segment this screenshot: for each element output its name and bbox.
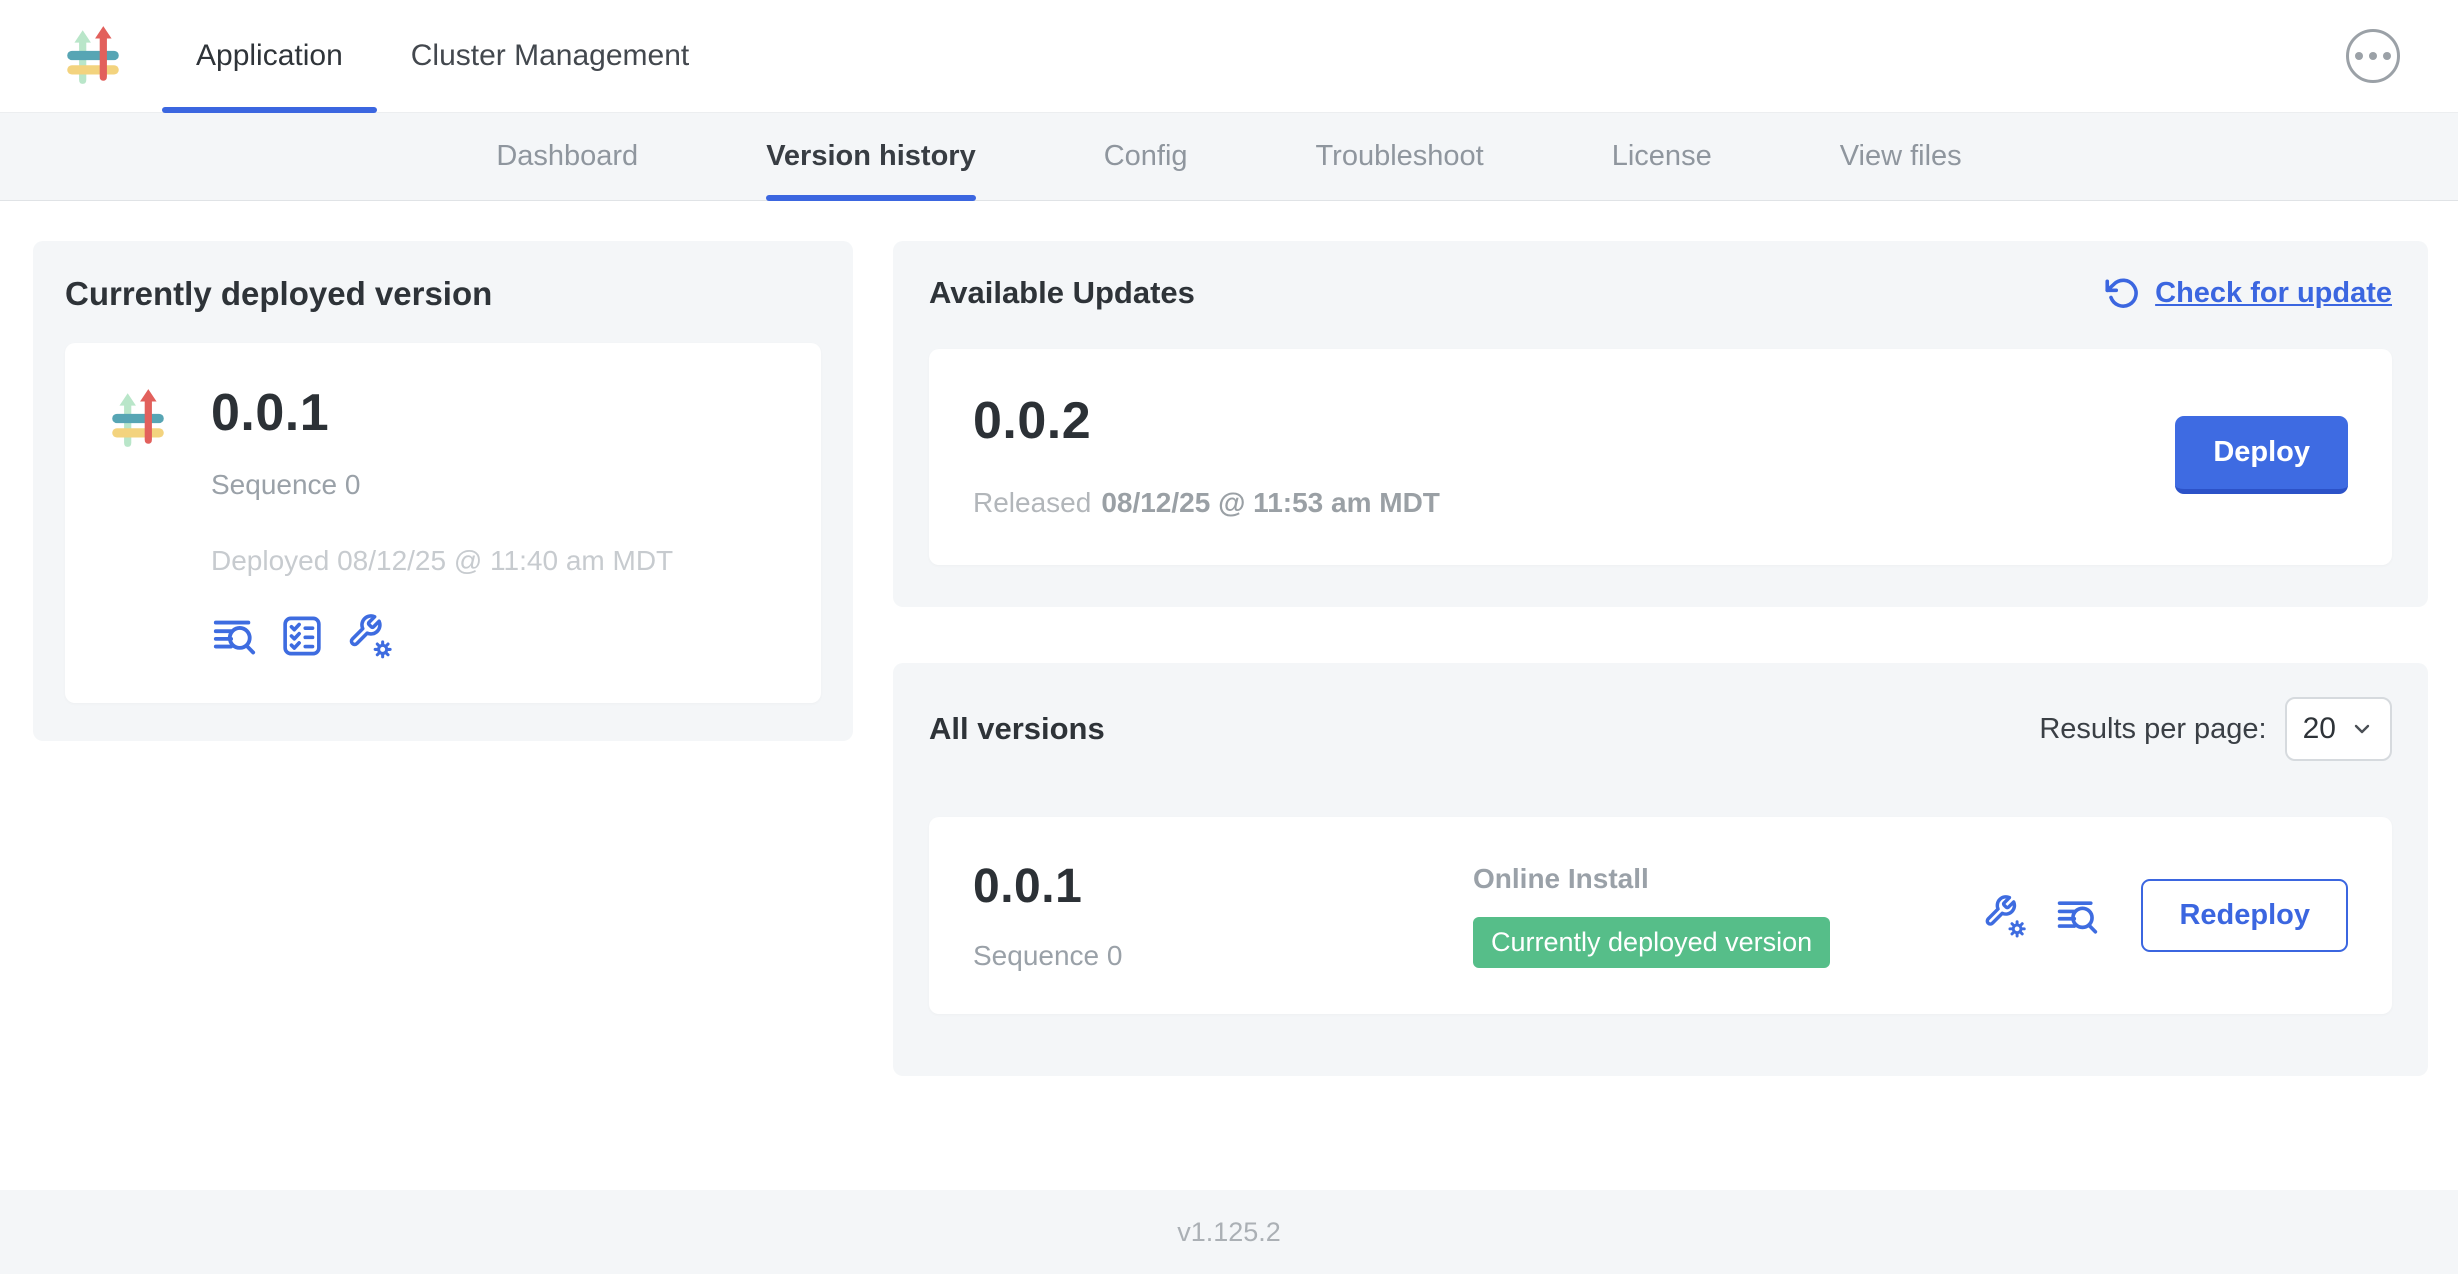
app-screen: Application Cluster Management Dashboard… xyxy=(0,0,2458,1274)
row-version-number: 0.0.1 xyxy=(973,859,1473,914)
tab-config-label: Config xyxy=(1104,140,1188,173)
available-updates-panel: Available Updates Check for update 0.0.2… xyxy=(893,241,2428,607)
chevron-down-icon xyxy=(2350,717,2374,741)
all-versions-title: All versions xyxy=(929,711,1105,747)
overflow-menu-button[interactable] xyxy=(2346,29,2400,83)
redeploy-button[interactable]: Redeploy xyxy=(2141,879,2348,952)
tab-dashboard[interactable]: Dashboard xyxy=(496,113,638,200)
app-sub-nav: Dashboard Version history Config Trouble… xyxy=(0,113,2458,201)
ellipsis-menu-icon xyxy=(2383,52,2391,60)
release-notes-icon[interactable] xyxy=(211,613,257,659)
tab-application-label: Application xyxy=(196,39,343,73)
all-versions-panel: All versions Results per page: 20 0.0 xyxy=(893,663,2428,1076)
release-notes-icon[interactable] xyxy=(2055,894,2099,938)
tab-troubleshoot-label: Troubleshoot xyxy=(1316,140,1484,173)
update-card: 0.0.2 Released 08/12/25 @ 11:53 am MDT De… xyxy=(929,349,2392,565)
main-content: Currently deployed version 0.0.1 Sequenc… xyxy=(0,201,2458,1190)
currently-deployed-title: Currently deployed version xyxy=(65,275,821,313)
results-per-page-select[interactable]: 20 xyxy=(2285,697,2392,761)
ellipsis-menu-icon xyxy=(2369,52,2377,60)
tab-cluster-management-label: Cluster Management xyxy=(411,39,689,73)
deploy-button[interactable]: Deploy xyxy=(2175,416,2348,494)
check-for-update-link[interactable]: Check for update xyxy=(2105,275,2392,311)
app-logo-icon xyxy=(60,24,126,90)
deployed-version-info: 0.0.1 Sequence 0 Deployed 08/12/25 @ 11:… xyxy=(211,383,673,659)
config-wrench-icon[interactable] xyxy=(1983,894,2027,938)
version-row-status: Online Install Currently deployed versio… xyxy=(1473,863,1983,968)
ellipsis-menu-icon xyxy=(2355,52,2363,60)
version-row-info: 0.0.1 Sequence 0 xyxy=(973,859,1473,972)
tab-config[interactable]: Config xyxy=(1104,113,1188,200)
console-version: v1.125.2 xyxy=(1177,1217,1281,1248)
page-size-value: 20 xyxy=(2303,712,2336,746)
deployed-action-icons xyxy=(211,613,673,659)
config-wrench-icon[interactable] xyxy=(347,613,393,659)
available-updates-title: Available Updates xyxy=(929,275,1195,311)
currently-deployed-badge: Currently deployed version xyxy=(1473,917,1830,968)
update-version-number: 0.0.2 xyxy=(973,391,1440,451)
app-logo-icon xyxy=(105,387,171,453)
update-info: 0.0.2 Released 08/12/25 @ 11:53 am MDT xyxy=(973,391,1440,519)
tab-license[interactable]: License xyxy=(1612,113,1712,200)
tab-application[interactable]: Application xyxy=(162,0,377,112)
footer: v1.125.2 xyxy=(0,1190,2458,1274)
tab-version-history-label: Version history xyxy=(766,140,976,173)
all-versions-header: All versions Results per page: 20 xyxy=(929,697,2392,761)
tab-view-files[interactable]: View files xyxy=(1840,113,1962,200)
available-updates-header: Available Updates Check for update xyxy=(929,275,2392,311)
tab-dashboard-label: Dashboard xyxy=(496,140,638,173)
deployed-sequence: Sequence 0 xyxy=(211,469,673,501)
check-for-update-label: Check for update xyxy=(2155,277,2392,310)
preflight-checks-icon[interactable] xyxy=(279,613,325,659)
results-per-page: Results per page: 20 xyxy=(2039,697,2392,761)
version-row-actions: Redeploy xyxy=(1983,879,2348,952)
deployed-version-card: 0.0.1 Sequence 0 Deployed 08/12/25 @ 11:… xyxy=(65,343,821,703)
deployed-version-number: 0.0.1 xyxy=(211,383,673,443)
version-row: 0.0.1 Sequence 0 Online Install Currentl… xyxy=(929,817,2392,1014)
tab-troubleshoot[interactable]: Troubleshoot xyxy=(1316,113,1484,200)
row-sequence: Sequence 0 xyxy=(973,940,1473,972)
tab-view-files-label: View files xyxy=(1840,140,1962,173)
top-nav-tabs: Application Cluster Management xyxy=(162,0,723,112)
update-released-line: Released 08/12/25 @ 11:53 am MDT xyxy=(973,487,1440,519)
refresh-icon xyxy=(2105,275,2141,311)
currently-deployed-panel: Currently deployed version 0.0.1 Sequenc… xyxy=(33,241,853,741)
released-timestamp: 08/12/25 @ 11:53 am MDT xyxy=(1101,487,1440,518)
right-column: Available Updates Check for update 0.0.2… xyxy=(893,241,2428,1076)
tab-license-label: License xyxy=(1612,140,1712,173)
install-type-label: Online Install xyxy=(1473,863,1983,895)
deployed-timestamp: Deployed 08/12/25 @ 11:40 am MDT xyxy=(211,545,673,577)
top-nav: Application Cluster Management xyxy=(0,0,2458,113)
results-per-page-label: Results per page: xyxy=(2039,713,2266,746)
released-prefix: Released xyxy=(973,487,1091,518)
tab-cluster-management[interactable]: Cluster Management xyxy=(377,0,723,112)
tab-version-history[interactable]: Version history xyxy=(766,113,976,200)
